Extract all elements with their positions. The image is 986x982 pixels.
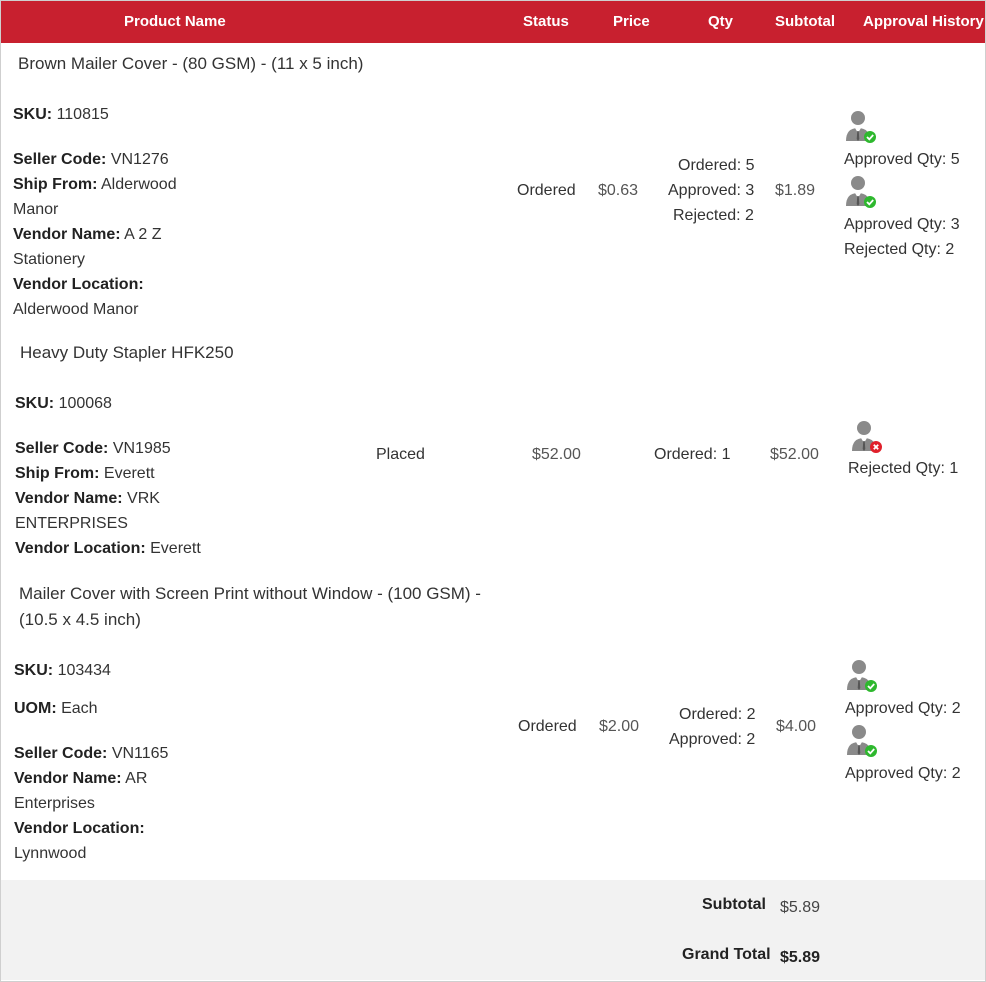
header-status: Status — [523, 13, 569, 30]
price: $0.63 — [598, 182, 639, 199]
vendor-name-cont: Stationery — [13, 251, 86, 268]
user-approved-icon — [847, 660, 877, 692]
vendor-name: Vendor Name: AR — [14, 770, 148, 787]
sku: SKU: 110815 — [13, 106, 109, 123]
subtotal: $1.89 — [775, 182, 816, 199]
subtotal-label: Subtotal — [702, 896, 766, 913]
ship-from-cont: Manor — [13, 201, 59, 218]
vendor-location: Vendor Location: Everett — [15, 540, 201, 557]
approval-text: Approved Qty: 2 — [845, 700, 961, 717]
seller-code: Seller Code: VN1985 — [15, 440, 171, 457]
status: Ordered — [518, 718, 577, 735]
product-name-link[interactable]: Brown Mailer Cover - (80 GSM) - (11 x 5 … — [18, 51, 363, 76]
user-approved-icon — [847, 725, 877, 757]
qty-approved: Approved: 3 — [668, 182, 755, 199]
qty-ordered: Ordered: 2 — [679, 706, 756, 723]
seller-code: Seller Code: VN1165 — [14, 745, 169, 762]
user-approved-icon — [846, 176, 876, 208]
status: Ordered — [517, 182, 576, 199]
status: Placed — [376, 446, 425, 463]
product-name-link-cont[interactable]: (10.5 x 4.5 inch) — [19, 607, 141, 632]
subtotal: $4.00 — [776, 718, 817, 735]
approval-text: Approved Qty: 5 — [844, 151, 960, 168]
seller-code: Seller Code: VN1276 — [13, 151, 169, 168]
subtotal: $52.00 — [770, 446, 819, 463]
qty-approved: Approved: 2 — [669, 731, 756, 748]
sku: SKU: 103434 — [14, 662, 111, 679]
vendor-name: Vendor Name: VRK — [15, 490, 160, 507]
vendor-name: Vendor Name: A 2 Z — [13, 226, 162, 243]
approval-text: Approved Qty: 2 — [845, 765, 961, 782]
ship-from: Ship From: Everett — [15, 465, 155, 482]
vendor-name-cont: Enterprises — [14, 795, 95, 812]
table-header: Product Name Status Price Qty Subtotal A… — [1, 1, 985, 43]
ship-from: Ship From: Alderwood — [13, 176, 177, 193]
grand-total-value: $5.89 — [780, 949, 821, 966]
header-qty: Qty — [708, 13, 734, 30]
header-subtotal: Subtotal — [775, 13, 835, 30]
vendor-location: Alderwood Manor — [13, 301, 139, 318]
vendor-name-cont: ENTERPRISES — [15, 515, 128, 532]
approval-text: Rejected Qty: 2 — [844, 241, 955, 258]
vendor-location-label: Vendor Location: — [14, 820, 145, 837]
user-rejected-icon — [852, 421, 882, 453]
vendor-location: Lynnwood — [14, 845, 87, 862]
sku: SKU: 100068 — [15, 395, 112, 412]
qty-ordered: Ordered: 5 — [678, 157, 755, 174]
order-totals: Subtotal $5.89 Grand Total $5.89 — [1, 880, 985, 980]
qty-ordered: Ordered: 1 — [654, 446, 731, 463]
qty-rejected: Rejected: 2 — [673, 207, 754, 224]
product-name-link[interactable]: Heavy Duty Stapler HFK250 — [20, 340, 234, 365]
product-name-link[interactable]: Mailer Cover with Screen Print without W… — [19, 581, 481, 606]
subtotal-value: $5.89 — [780, 899, 821, 916]
header-price: Price — [613, 13, 650, 30]
header-product-name: Product Name — [124, 13, 226, 30]
price: $52.00 — [532, 446, 581, 463]
approval-text: Approved Qty: 3 — [844, 216, 960, 233]
user-approved-icon — [846, 111, 876, 143]
uom: UOM: Each — [14, 700, 98, 717]
approval-text: Rejected Qty: 1 — [848, 460, 959, 477]
grand-total-label: Grand Total — [682, 946, 771, 963]
header-approval-history: Approval History — [863, 13, 984, 30]
vendor-location-label: Vendor Location: — [13, 276, 144, 293]
price: $2.00 — [599, 718, 640, 735]
